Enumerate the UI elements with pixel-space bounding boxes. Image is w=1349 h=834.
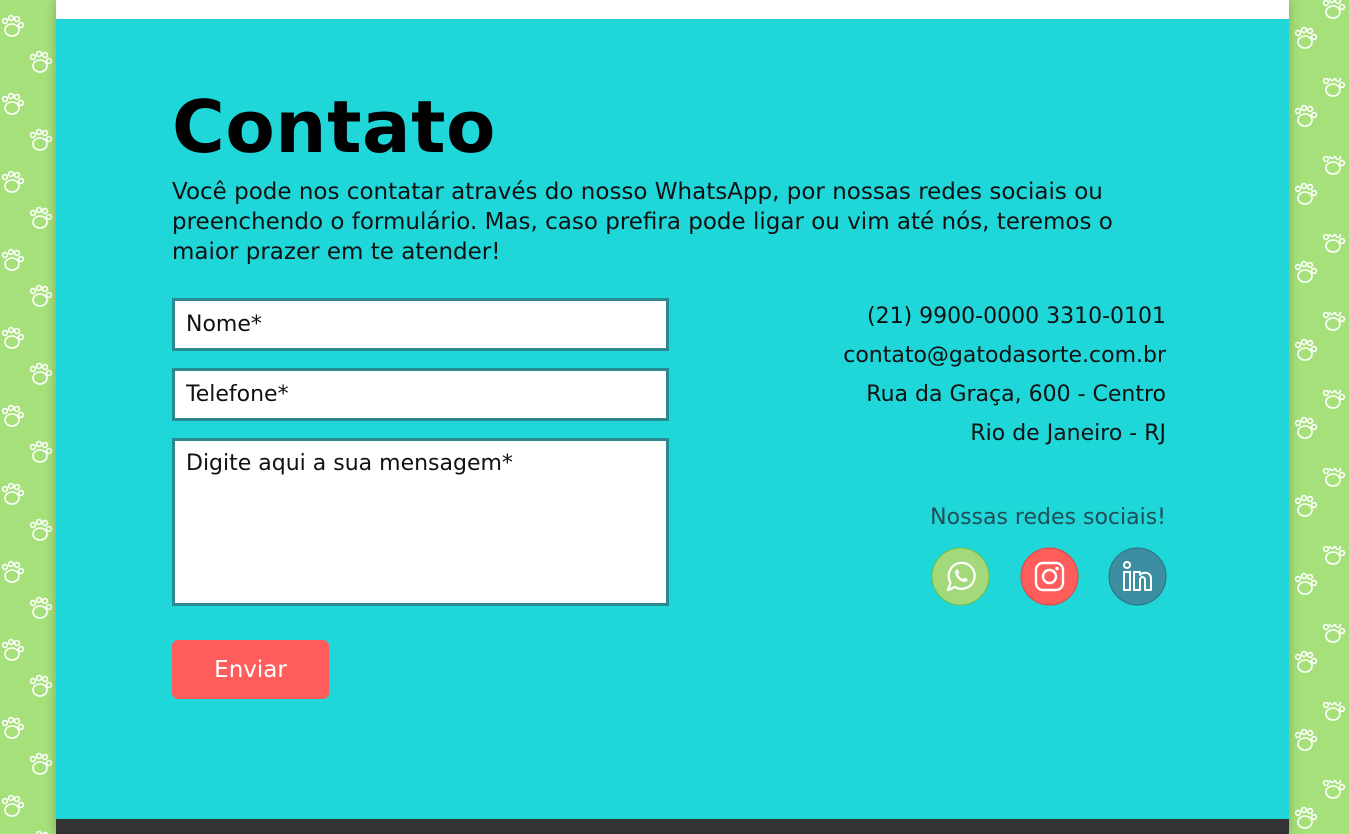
social-heading: Nossas redes sociais! (930, 505, 1166, 530)
footer-band (56, 819, 1289, 834)
send-button[interactable]: Enviar (172, 640, 329, 699)
whatsapp-icon[interactable] (931, 547, 990, 606)
name-field[interactable] (172, 298, 669, 351)
phone-numbers: (21) 9900-0000 3310-0101 (867, 304, 1166, 329)
message-field[interactable] (172, 438, 669, 606)
street-address: Rua da Graça, 600 - Centro (866, 382, 1166, 407)
contact-section: Contato Você pode nos contatar através d… (56, 19, 1289, 819)
page-container: Contato Você pode nos contatar através d… (56, 0, 1289, 834)
paw-pattern-left (0, 0, 56, 834)
page-title: Contato (172, 85, 496, 169)
contact-info: (21) 9900-0000 3310-0101 contato@gatodas… (843, 297, 1166, 453)
instagram-icon[interactable] (1020, 547, 1079, 606)
contact-intro-text: Você pode nos contatar através do nosso … (172, 179, 1113, 265)
phone-field[interactable] (172, 368, 669, 421)
city-state: Rio de Janeiro - RJ (970, 421, 1166, 446)
paw-pattern-right (1289, 0, 1349, 834)
linkedin-icon[interactable] (1108, 547, 1167, 606)
email-address: contato@gatodasorte.com.br (843, 343, 1166, 368)
header-band (56, 0, 1289, 19)
